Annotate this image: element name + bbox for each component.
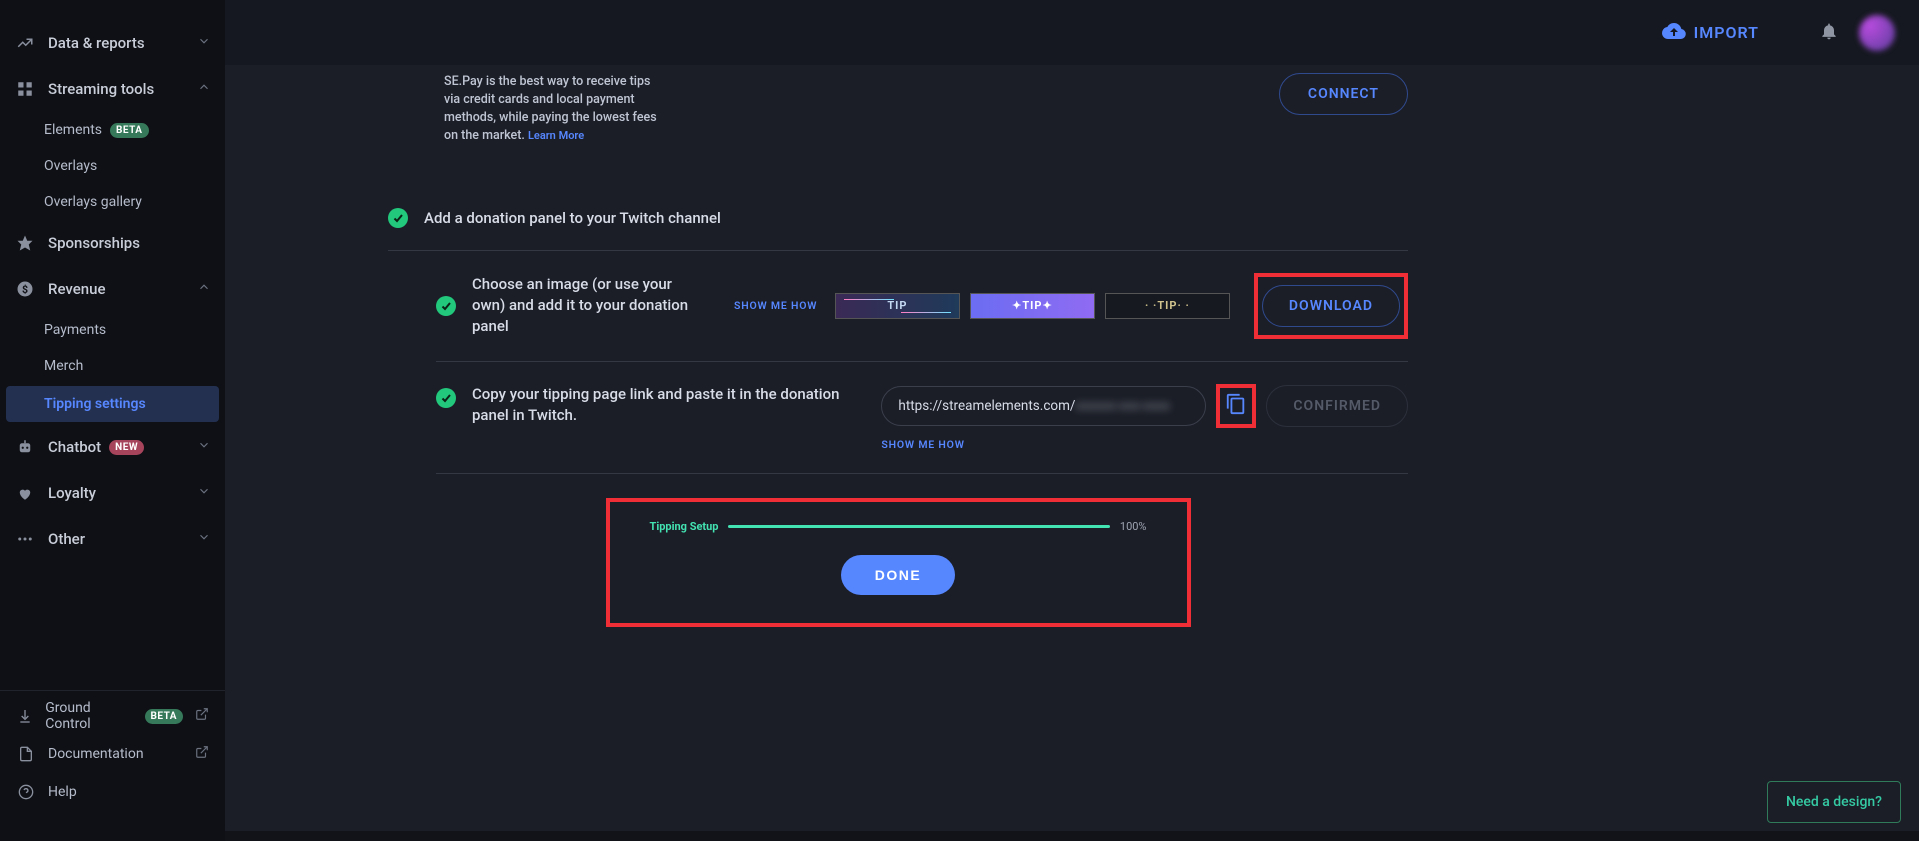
- chevron-down-icon: [197, 530, 211, 548]
- connect-button[interactable]: CONNECT: [1279, 73, 1408, 115]
- sidebar-bottom: Ground Control BETA Documentation Help: [0, 690, 225, 841]
- sidebar-item-chatbot[interactable]: Chatbot NEW: [0, 424, 225, 470]
- chevron-down-icon: [197, 34, 211, 52]
- sidebar-item-loyalty[interactable]: Loyalty: [0, 470, 225, 516]
- sidebar-item-documentation[interactable]: Documentation: [0, 735, 225, 773]
- label: Revenue: [48, 280, 106, 298]
- dollar-icon: $: [14, 278, 36, 300]
- label: Ground Control: [45, 700, 126, 732]
- bell-icon[interactable]: [1819, 21, 1839, 45]
- footer-band: [225, 831, 1919, 841]
- sidebar-item-sponsorships[interactable]: Sponsorships: [0, 220, 225, 266]
- step-title: Add a donation panel to your Twitch chan…: [424, 209, 721, 227]
- step-description: Copy your tipping page link and paste it…: [472, 384, 856, 428]
- label: Other: [48, 530, 85, 548]
- help-icon: [16, 782, 36, 802]
- heart-hand-icon: [14, 482, 36, 504]
- label: Loyalty: [48, 484, 96, 502]
- sidebar-item-payments[interactable]: Payments: [0, 312, 225, 348]
- download-icon: [16, 706, 33, 726]
- sidebar-item-elements[interactable]: Elements BETA: [0, 112, 225, 148]
- done-button[interactable]: DONE: [841, 555, 955, 595]
- label: Documentation: [48, 746, 144, 762]
- check-circle-icon: [436, 296, 456, 316]
- tip-panel-1[interactable]: TIP: [835, 293, 960, 319]
- tipping-url-input[interactable]: https://streamelements.com/xxxxxx-xxx-xx…: [881, 386, 1206, 426]
- header: IMPORT: [225, 0, 1919, 65]
- download-highlight: DOWNLOAD: [1254, 273, 1408, 339]
- chevron-down-icon: [197, 438, 211, 456]
- label: Sponsorships: [48, 234, 140, 252]
- label: Payments: [44, 322, 106, 338]
- sidebar-item-merch[interactable]: Merch: [0, 348, 225, 384]
- external-link-icon: [195, 707, 209, 725]
- progress-row: Tipping Setup 100%: [650, 520, 1147, 533]
- label: Chatbot: [48, 438, 101, 456]
- step-description: Choose an image (or use your own) and ad…: [472, 274, 702, 337]
- sidebar-item-other[interactable]: Other: [0, 516, 225, 562]
- check-circle-icon: [388, 208, 408, 228]
- label: IMPORT: [1694, 23, 1759, 42]
- beta-badge: BETA: [145, 709, 184, 724]
- sidebar-item-help[interactable]: Help: [0, 773, 225, 811]
- progress-percent: 100%: [1120, 520, 1147, 533]
- copy-highlight: [1216, 384, 1256, 428]
- avatar[interactable]: [1859, 15, 1895, 51]
- sidebar: Data & reports Streaming tools Elements …: [0, 0, 225, 841]
- label: Overlays gallery: [44, 194, 142, 210]
- need-design-button[interactable]: Need a design?: [1767, 781, 1901, 823]
- label: Streaming tools: [48, 80, 154, 98]
- label: Elements: [44, 122, 102, 138]
- dashboard-icon: [14, 78, 36, 100]
- step-choose-image: Choose an image (or use your own) and ad…: [388, 251, 1408, 361]
- label: Tipping settings: [44, 396, 146, 412]
- step-add-panel: Add a donation panel to your Twitch chan…: [388, 186, 1408, 250]
- confirmed-button: CONFIRMED: [1266, 385, 1408, 427]
- import-button[interactable]: IMPORT: [1662, 19, 1759, 47]
- new-badge: NEW: [109, 440, 144, 455]
- main-content: SE.Pay is the best way to receive tips v…: [225, 65, 1919, 841]
- tip-panel-3[interactable]: · · TIP · ·: [1105, 293, 1230, 319]
- tip-panel-options: TIP ✦ TIP ✦ · · TIP · ·: [835, 293, 1230, 319]
- sidebar-item-overlays-gallery[interactable]: Overlays gallery: [0, 184, 225, 220]
- show-me-how-link[interactable]: SHOW ME HOW: [881, 438, 1408, 451]
- chart-line-icon: [14, 32, 36, 54]
- label: Data & reports: [48, 34, 145, 52]
- label: Help: [48, 784, 77, 800]
- done-highlight: Tipping Setup 100% DONE: [606, 498, 1191, 627]
- label: Merch: [44, 358, 83, 374]
- chevron-down-icon: [197, 484, 211, 502]
- external-link-icon: [195, 745, 209, 763]
- label: Overlays: [44, 158, 97, 174]
- svg-text:$: $: [22, 283, 28, 296]
- beta-badge: BETA: [110, 123, 149, 138]
- chevron-up-icon: [197, 280, 211, 298]
- check-circle-icon: [436, 388, 456, 408]
- download-button[interactable]: DOWNLOAD: [1262, 285, 1400, 327]
- sidebar-item-streaming-tools[interactable]: Streaming tools: [0, 66, 225, 112]
- learn-more-link[interactable]: Learn More: [528, 129, 584, 142]
- step-copy-link: Copy your tipping page link and paste it…: [388, 362, 1408, 473]
- sepay-description: SE.Pay is the best way to receive tips v…: [444, 73, 659, 146]
- document-icon: [16, 744, 36, 764]
- chevron-up-icon: [197, 80, 211, 98]
- progress-label: Tipping Setup: [650, 520, 719, 533]
- sidebar-item-data-reports[interactable]: Data & reports: [0, 20, 225, 66]
- dots-icon: [14, 528, 36, 550]
- tip-panel-2[interactable]: ✦ TIP ✦: [970, 293, 1095, 319]
- sidebar-item-overlays[interactable]: Overlays: [0, 148, 225, 184]
- robot-icon: [14, 436, 36, 458]
- copy-icon[interactable]: [1225, 400, 1247, 419]
- show-me-how-link[interactable]: SHOW ME HOW: [734, 299, 817, 312]
- progress-bar: [728, 525, 1109, 528]
- cloud-upload-icon: [1662, 19, 1686, 47]
- star-icon: [14, 232, 36, 254]
- sidebar-item-tipping-settings[interactable]: Tipping settings: [6, 386, 219, 422]
- sepay-row: SE.Pay is the best way to receive tips v…: [388, 65, 1408, 146]
- sidebar-item-ground-control[interactable]: Ground Control BETA: [0, 697, 225, 735]
- sidebar-item-revenue[interactable]: $ Revenue: [0, 266, 225, 312]
